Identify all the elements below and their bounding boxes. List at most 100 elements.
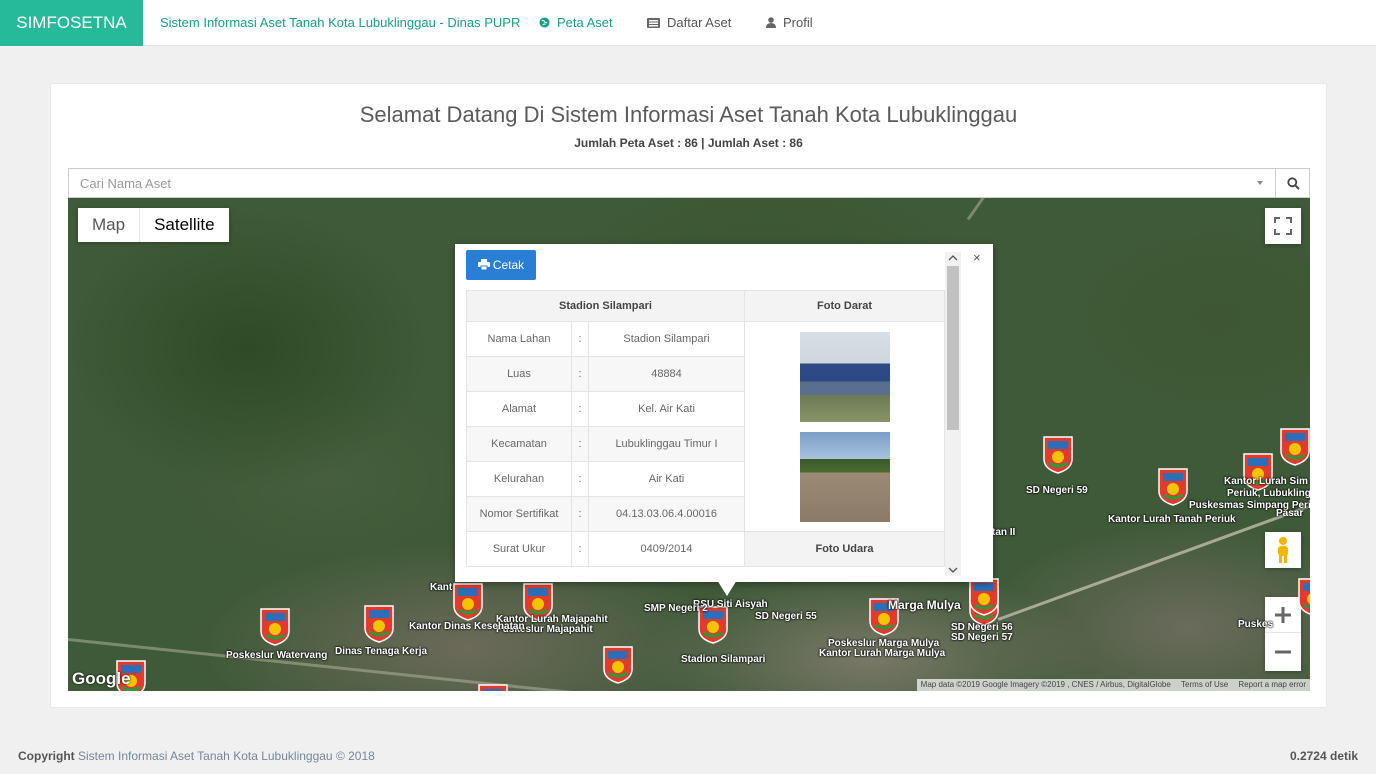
- asset-marker[interactable]: [364, 605, 394, 643]
- fullscreen-button[interactable]: [1265, 208, 1301, 244]
- map-type-satellite[interactable]: Satellite: [139, 208, 228, 242]
- nav-label: Peta Aset: [557, 15, 613, 30]
- row-sep: :: [571, 321, 589, 357]
- print-label: Cetak: [492, 258, 525, 272]
- map-label: Marga Mulya: [888, 598, 961, 612]
- render-time: 0.2724 detik: [1289, 749, 1358, 763]
- search-placeholder: Cari Nama Aset: [80, 176, 172, 191]
- nav-peta-aset[interactable]: Peta Aset: [539, 0, 613, 46]
- asset-marker[interactable]: [453, 583, 483, 621]
- map-label: SD Negeri 59: [1026, 485, 1088, 496]
- terms-link[interactable]: Terms of Use: [1181, 680, 1228, 689]
- map-label: Kantor Lurah Marga Mulya: [819, 648, 946, 659]
- map-label: Stadion Silampari: [681, 654, 766, 665]
- row-value: 48884: [588, 356, 745, 392]
- scroll-down-icon[interactable]: [945, 564, 961, 576]
- row-value: Air Kati: [588, 461, 745, 497]
- asset-name-header: Stadion Silampari: [466, 290, 745, 322]
- asset-marker[interactable]: [1043, 436, 1073, 474]
- copyright-text: Sistem Informasi Aset Tanah Kota Lubukli…: [74, 749, 375, 763]
- row-sep: :: [571, 426, 589, 462]
- zoom-control: [1265, 597, 1301, 671]
- foto-darat-header: Foto Darat: [744, 290, 945, 322]
- plus-icon: [1275, 607, 1291, 623]
- nav-profil[interactable]: Profil: [766, 0, 813, 46]
- row-label: Kecamatan: [466, 426, 572, 462]
- scroll-up-icon[interactable]: [945, 252, 961, 264]
- row-label: Nomor Sertifikat: [466, 496, 572, 532]
- table-row: Nama Lahan : Stadion Silampari: [466, 321, 945, 532]
- foto-darat-image-1[interactable]: [799, 331, 890, 422]
- street-view-pegman[interactable]: [1265, 532, 1301, 568]
- map-attribution: Map data ©2019 Google Imagery ©2019 , CN…: [916, 679, 1310, 691]
- attribution-text: Map data ©2019 Google Imagery ©2019 , CN…: [920, 680, 1171, 689]
- nav-daftar-aset[interactable]: Daftar Aset: [647, 0, 731, 46]
- row-label: Luas: [466, 356, 572, 392]
- photo-cell: [744, 321, 945, 532]
- report-error-link[interactable]: Report a map error: [1238, 680, 1306, 689]
- print-icon: [477, 259, 490, 271]
- map-road: [966, 198, 1050, 221]
- row-sep: :: [571, 496, 589, 532]
- row-sep: :: [571, 531, 589, 567]
- row-sep: :: [571, 461, 589, 497]
- brand-logo[interactable]: SIMFOSETNA: [0, 0, 143, 46]
- map-label: tan II: [992, 527, 1016, 538]
- asset-search-select[interactable]: Cari Nama Aset: [68, 168, 1310, 198]
- asset-summary: Jumlah Peta Aset : 86 | Jumlah Aset : 86: [574, 136, 803, 150]
- foto-udara-header: Foto Udara: [744, 531, 945, 567]
- popup-pointer: [717, 580, 737, 596]
- asset-info-window: Cetak × Stadion Silampari Foto Darat Nam…: [455, 244, 993, 596]
- nav-label: Profil: [783, 15, 813, 30]
- map-label: Periuk, Lubuklinggau: [1227, 488, 1310, 499]
- asset-marker[interactable]: [1158, 468, 1188, 506]
- google-logo: Google: [72, 669, 131, 688]
- map-label: Pasar: [1276, 508, 1304, 519]
- zoom-out-button[interactable]: [1265, 634, 1301, 671]
- row-sep: :: [571, 391, 589, 427]
- row-label: Alamat: [466, 391, 572, 427]
- scrollbar-thumb[interactable]: [947, 266, 959, 430]
- map-label: SD Negeri 57: [951, 632, 1013, 643]
- chevron-down-icon[interactable]: [1257, 181, 1263, 185]
- page-title: Selamat Datang Di Sistem Informasi Aset …: [359, 102, 1018, 127]
- asset-marker[interactable]: [1298, 578, 1310, 616]
- fullscreen-icon: [1274, 217, 1292, 235]
- app-title-link[interactable]: Sistem Informasi Aset Tanah Kota Lubukli…: [160, 0, 520, 46]
- close-icon[interactable]: ×: [973, 250, 981, 265]
- top-navbar: SIMFOSETNA Sistem Informasi Aset Tanah K…: [0, 0, 1376, 46]
- table-row: Surat Ukur : 0409/2014 Foto Udara: [466, 531, 945, 567]
- user-icon: [766, 1, 776, 47]
- row-label: Surat Ukur: [466, 531, 572, 567]
- print-button[interactable]: Cetak: [466, 250, 536, 280]
- map-type-map[interactable]: Map: [78, 208, 139, 242]
- map-type-control: Map Satellite: [78, 208, 229, 242]
- map-label: Puskes: [1238, 619, 1274, 630]
- map-label: Dinas Tenaga Kerja: [335, 646, 428, 657]
- popup-scrollbar[interactable]: [945, 252, 961, 576]
- asset-marker[interactable]: [969, 578, 999, 616]
- row-value: Lubuklinggau Timur I: [588, 426, 745, 462]
- map-label: Kantor Lurah Tanah Periuk: [1108, 514, 1236, 525]
- asset-marker[interactable]: [478, 684, 508, 691]
- map-label: Kantor Dinas Kesehatan: [409, 621, 525, 632]
- row-value: Stadion Silampari: [588, 321, 745, 357]
- map-label: Kant: [430, 582, 453, 593]
- row-value: Kel. Air Kati: [588, 391, 745, 427]
- row-label: Nama Lahan: [466, 321, 572, 357]
- search-icon: [1287, 177, 1300, 190]
- asset-marker[interactable]: [1280, 428, 1310, 466]
- foto-darat-image-2[interactable]: [799, 431, 890, 522]
- row-value: 0409/2014: [588, 531, 745, 567]
- minus-icon: [1275, 650, 1291, 654]
- row-sep: :: [571, 356, 589, 392]
- asset-marker[interactable]: [603, 646, 633, 684]
- map-label: Poskeslur Watervang: [226, 650, 328, 661]
- table-header: Stadion Silampari Foto Darat: [466, 290, 945, 322]
- map-label: SMP Negeri 2: [644, 603, 708, 614]
- search-button[interactable]: [1275, 169, 1309, 197]
- asset-detail-table: Stadion Silampari Foto Darat Nama Lahan …: [466, 290, 945, 570]
- pegman-icon: [1278, 537, 1288, 563]
- row-value: 04.13.03.06.4.00016: [588, 496, 745, 532]
- asset-marker[interactable]: [260, 608, 290, 646]
